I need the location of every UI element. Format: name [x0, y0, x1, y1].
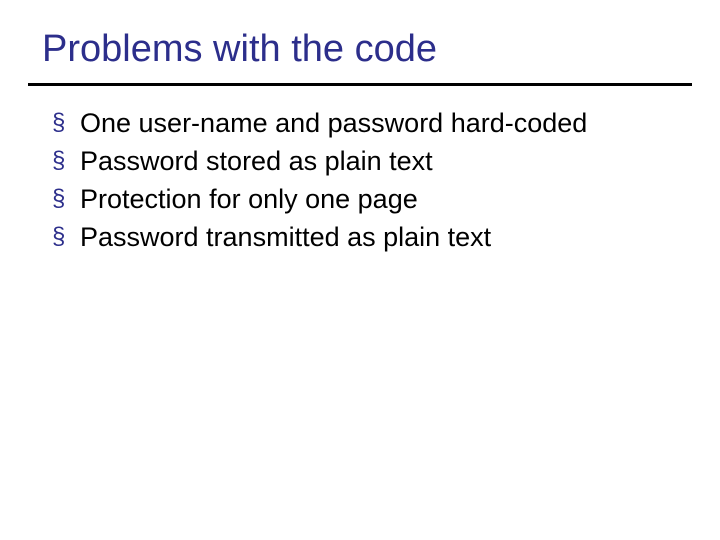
bullet-text: Password stored as plain text [80, 144, 433, 178]
bullet-text: Protection for only one page [80, 182, 418, 216]
bullet-text: Password transmitted as plain text [80, 220, 491, 254]
bullet-icon: § [52, 106, 80, 140]
list-item: § Password stored as plain text [52, 144, 680, 178]
bullet-text: One user-name and password hard-coded [80, 106, 587, 140]
title-divider [28, 83, 692, 86]
list-item: § Protection for only one page [52, 182, 680, 216]
bullet-icon: § [52, 220, 80, 254]
bullet-list: § One user-name and password hard-coded … [0, 106, 720, 254]
slide-title: Problems with the code [0, 0, 720, 83]
list-item: § One user-name and password hard-coded [52, 106, 680, 140]
bullet-icon: § [52, 144, 80, 178]
slide: Problems with the code § One user-name a… [0, 0, 720, 540]
list-item: § Password transmitted as plain text [52, 220, 680, 254]
bullet-icon: § [52, 182, 80, 216]
